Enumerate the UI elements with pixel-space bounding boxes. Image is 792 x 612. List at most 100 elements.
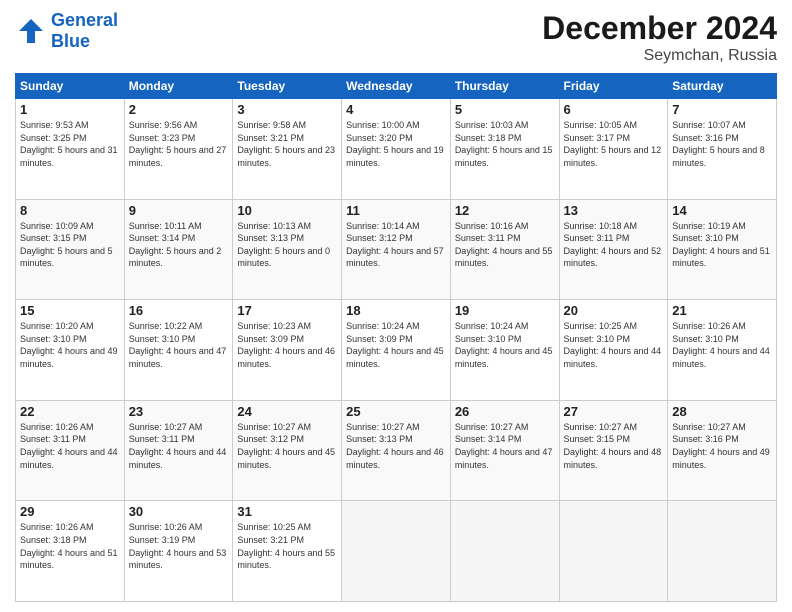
- logo-general: General: [51, 10, 118, 31]
- table-row: 13 Sunrise: 10:18 AMSunset: 3:11 PMDaylig…: [559, 199, 668, 300]
- table-row: 26 Sunrise: 10:27 AMSunset: 3:14 PMDaylig…: [450, 400, 559, 501]
- table-row: 23 Sunrise: 10:27 AMSunset: 3:11 PMDaylig…: [124, 400, 233, 501]
- table-row: 30Sunrise: 10:26 AMSunset: 3:19 PMDaylig…: [124, 501, 233, 602]
- table-row: 10 Sunrise: 10:13 AMSunset: 3:13 PMDaylig…: [233, 199, 342, 300]
- col-tuesday: Tuesday: [233, 74, 342, 99]
- col-friday: Friday: [559, 74, 668, 99]
- day-detail: Sunrise: 10:19 AMSunset: 3:10 PMDaylight…: [672, 220, 772, 270]
- table-row: 14Sunrise: 10:19 AMSunset: 3:10 PMDaylig…: [668, 199, 777, 300]
- day-detail: Sunrise: 10:07 AMSunset: 3:16 PMDaylight…: [672, 119, 772, 169]
- table-row: 11 Sunrise: 10:14 AMSunset: 3:12 PMDaylig…: [342, 199, 451, 300]
- day-number: 17: [237, 303, 337, 318]
- calendar-week-row: 8 Sunrise: 10:09 AMSunset: 3:15 PMDayligh…: [16, 199, 777, 300]
- day-number: 15: [20, 303, 120, 318]
- table-row: 31 Sunrise: 10:25 AMSunset: 3:21 PMDaylig…: [233, 501, 342, 602]
- table-row: 25 Sunrise: 10:27 AMSunset: 3:13 PMDaylig…: [342, 400, 451, 501]
- calendar-subtitle: Seymchan, Russia: [542, 47, 777, 65]
- day-detail: Sunrise: 10:27 AMSunset: 3:11 PMDaylight…: [129, 421, 229, 471]
- day-detail: Sunrise: 9:58 AMSunset: 3:21 PMDaylight:…: [237, 119, 337, 169]
- table-row: 1 Sunrise: 9:53 AMSunset: 3:25 PMDaylight…: [16, 99, 125, 200]
- day-detail: Sunrise: 10:24 AMSunset: 3:10 PMDaylight…: [455, 320, 555, 370]
- table-row: 3 Sunrise: 9:58 AMSunset: 3:21 PMDaylight…: [233, 99, 342, 200]
- table-row: [559, 501, 668, 602]
- day-detail: Sunrise: 10:27 AMSunset: 3:13 PMDaylight…: [346, 421, 446, 471]
- table-row: 28 Sunrise: 10:27 AMSunset: 3:16 PMDaylig…: [668, 400, 777, 501]
- col-sunday: Sunday: [16, 74, 125, 99]
- logo-icon: [15, 15, 47, 47]
- day-detail: Sunrise: 10:27 AMSunset: 3:15 PMDaylight…: [564, 421, 664, 471]
- table-row: 15 Sunrise: 10:20 AMSunset: 3:10 PMDaylig…: [16, 300, 125, 401]
- day-number: 1: [20, 102, 120, 117]
- col-wednesday: Wednesday: [342, 74, 451, 99]
- logo-blue: Blue: [51, 31, 90, 52]
- day-number: 10: [237, 203, 337, 218]
- day-number: 4: [346, 102, 446, 117]
- table-row: 24 Sunrise: 10:27 AMSunset: 3:12 PMDaylig…: [233, 400, 342, 501]
- day-detail: Sunrise: 10:24 AMSunset: 3:09 PMDaylight…: [346, 320, 446, 370]
- calendar-title: December 2024: [542, 10, 777, 47]
- day-number: 27: [564, 404, 664, 419]
- day-number: 16: [129, 303, 229, 318]
- day-number: 6: [564, 102, 664, 117]
- table-row: 29Sunrise: 10:26 AMSunset: 3:18 PMDaylig…: [16, 501, 125, 602]
- day-number: 5: [455, 102, 555, 117]
- table-row: 22 Sunrise: 10:26 AMSunset: 3:11 PMDaylig…: [16, 400, 125, 501]
- day-number: 9: [129, 203, 229, 218]
- day-number: 24: [237, 404, 337, 419]
- table-row: 17 Sunrise: 10:23 AMSunset: 3:09 PMDaylig…: [233, 300, 342, 401]
- day-number: 19: [455, 303, 555, 318]
- day-number: 13: [564, 203, 664, 218]
- col-saturday: Saturday: [668, 74, 777, 99]
- table-row: 12 Sunrise: 10:16 AMSunset: 3:11 PMDaylig…: [450, 199, 559, 300]
- day-detail: Sunrise: 10:26 AMSunset: 3:11 PMDaylight…: [20, 421, 120, 471]
- day-detail: Sunrise: 10:27 AMSunset: 3:14 PMDaylight…: [455, 421, 555, 471]
- header: General Blue December 2024 Seymchan, Rus…: [15, 10, 777, 65]
- day-number: 7: [672, 102, 772, 117]
- table-row: [342, 501, 451, 602]
- table-row: 2Sunrise: 9:56 AMSunset: 3:23 PMDaylight…: [124, 99, 233, 200]
- day-detail: Sunrise: 10:27 AMSunset: 3:16 PMDaylight…: [672, 421, 772, 471]
- day-number: 8: [20, 203, 120, 218]
- calendar-week-row: 15 Sunrise: 10:20 AMSunset: 3:10 PMDaylig…: [16, 300, 777, 401]
- day-detail: Sunrise: 10:09 AMSunset: 3:15 PMDaylight…: [20, 220, 120, 270]
- day-detail: Sunrise: 10:13 AMSunset: 3:13 PMDaylight…: [237, 220, 337, 270]
- table-row: 7 Sunrise: 10:07 AMSunset: 3:16 PMDayligh…: [668, 99, 777, 200]
- day-number: 21: [672, 303, 772, 318]
- logo-text-block: General Blue: [51, 10, 118, 52]
- day-detail: Sunrise: 10:26 AMSunset: 3:10 PMDaylight…: [672, 320, 772, 370]
- day-detail: Sunrise: 10:00 AMSunset: 3:20 PMDaylight…: [346, 119, 446, 169]
- table-row: 9 Sunrise: 10:11 AMSunset: 3:14 PMDayligh…: [124, 199, 233, 300]
- title-block: December 2024 Seymchan, Russia: [542, 10, 777, 65]
- calendar-week-row: 22 Sunrise: 10:26 AMSunset: 3:11 PMDaylig…: [16, 400, 777, 501]
- table-row: 5Sunrise: 10:03 AMSunset: 3:18 PMDayligh…: [450, 99, 559, 200]
- day-number: 11: [346, 203, 446, 218]
- day-detail: Sunrise: 10:18 AMSunset: 3:11 PMDaylight…: [564, 220, 664, 270]
- day-number: 12: [455, 203, 555, 218]
- day-detail: Sunrise: 9:53 AMSunset: 3:25 PMDaylight:…: [20, 119, 120, 169]
- calendar-week-row: 29Sunrise: 10:26 AMSunset: 3:18 PMDaylig…: [16, 501, 777, 602]
- day-detail: Sunrise: 10:27 AMSunset: 3:12 PMDaylight…: [237, 421, 337, 471]
- table-row: 6Sunrise: 10:05 AMSunset: 3:17 PMDayligh…: [559, 99, 668, 200]
- calendar-table: Sunday Monday Tuesday Wednesday Thursday…: [15, 73, 777, 602]
- day-detail: Sunrise: 10:16 AMSunset: 3:11 PMDaylight…: [455, 220, 555, 270]
- day-detail: Sunrise: 10:26 AMSunset: 3:19 PMDaylight…: [129, 521, 229, 571]
- day-number: 18: [346, 303, 446, 318]
- table-row: 18 Sunrise: 10:24 AMSunset: 3:09 PMDaylig…: [342, 300, 451, 401]
- day-number: 3: [237, 102, 337, 117]
- day-detail: Sunrise: 10:11 AMSunset: 3:14 PMDaylight…: [129, 220, 229, 270]
- day-number: 25: [346, 404, 446, 419]
- day-detail: Sunrise: 10:20 AMSunset: 3:10 PMDaylight…: [20, 320, 120, 370]
- day-detail: Sunrise: 10:25 AMSunset: 3:21 PMDaylight…: [237, 521, 337, 571]
- table-row: 8 Sunrise: 10:09 AMSunset: 3:15 PMDayligh…: [16, 199, 125, 300]
- day-number: 31: [237, 504, 337, 519]
- day-number: 23: [129, 404, 229, 419]
- day-number: 22: [20, 404, 120, 419]
- day-detail: Sunrise: 9:56 AMSunset: 3:23 PMDaylight:…: [129, 119, 229, 169]
- day-number: 26: [455, 404, 555, 419]
- table-row: 21 Sunrise: 10:26 AMSunset: 3:10 PMDaylig…: [668, 300, 777, 401]
- day-detail: Sunrise: 10:22 AMSunset: 3:10 PMDaylight…: [129, 320, 229, 370]
- day-number: 28: [672, 404, 772, 419]
- table-row: [668, 501, 777, 602]
- day-detail: Sunrise: 10:14 AMSunset: 3:12 PMDaylight…: [346, 220, 446, 270]
- day-detail: Sunrise: 10:23 AMSunset: 3:09 PMDaylight…: [237, 320, 337, 370]
